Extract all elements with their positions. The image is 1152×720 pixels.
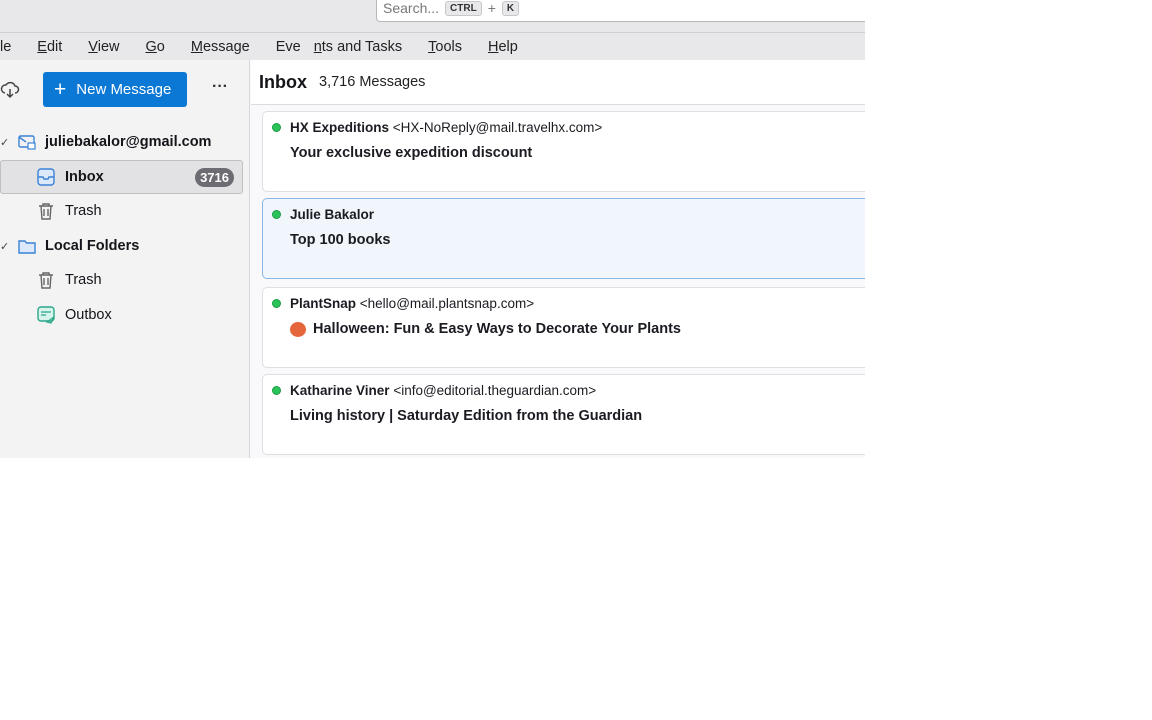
folder-account[interactable]: ✓ juliebakalor@gmail.com bbox=[0, 125, 243, 159]
menu-label: essage bbox=[202, 38, 250, 55]
outbox-icon bbox=[37, 306, 55, 324]
unread-dot-icon[interactable] bbox=[272, 386, 281, 395]
message-card-selected[interactable]: Julie Bakalor Top 100 books bbox=[262, 198, 865, 279]
message-card[interactable]: HX Expeditions <HX-NoReply@mail.travelhx… bbox=[262, 111, 865, 192]
menu-accel: V bbox=[88, 38, 98, 55]
folder-title: Inbox bbox=[259, 71, 307, 92]
search-box[interactable]: Search... CTRL + K bbox=[376, 0, 865, 22]
menu-help[interactable]: Help bbox=[488, 39, 531, 55]
menu-label: dit bbox=[46, 38, 63, 55]
shortcut-key-k: K bbox=[501, 0, 520, 16]
new-message-label: New Message bbox=[76, 81, 172, 98]
get-messages-cloud-icon[interactable] bbox=[0, 80, 20, 105]
shortcut-plus: + bbox=[487, 0, 496, 16]
folder-inbox[interactable]: Inbox 3716 bbox=[0, 160, 243, 194]
folder-trash[interactable]: Trash bbox=[0, 194, 243, 228]
sender-name: Julie Bakalor bbox=[290, 207, 375, 222]
menu-label: iew bbox=[97, 38, 120, 55]
trash-label: Trash bbox=[65, 272, 102, 288]
menu-label: elp bbox=[498, 38, 518, 55]
menu-accel: H bbox=[487, 38, 499, 55]
folder-outbox[interactable]: Outbox bbox=[0, 298, 243, 332]
message-subject: Top 100 books bbox=[290, 232, 391, 248]
message-card[interactable]: PlantSnap <hello@mail.plantsnap.com> Hal… bbox=[262, 287, 865, 368]
inbox-label: Inbox bbox=[65, 169, 104, 185]
sender-address: <HX-NoReply@mail.travelhx.com> bbox=[392, 120, 603, 135]
folder-local-folders[interactable]: ✓ Local Folders bbox=[0, 229, 243, 263]
message-sender: Katharine Viner <info@editorial.theguard… bbox=[290, 383, 596, 398]
message-sender: Julie Bakalor bbox=[290, 207, 374, 222]
pumpkin-emoji-icon bbox=[290, 321, 306, 337]
search-placeholder: Search... bbox=[383, 0, 440, 16]
chevron-down-icon[interactable]: ✓ bbox=[0, 136, 9, 149]
sender-name: PlantSnap bbox=[290, 296, 357, 311]
message-list-header: Inbox 3,716 Messages bbox=[251, 60, 865, 105]
inbox-icon bbox=[37, 168, 55, 186]
chevron-down-icon[interactable]: ✓ bbox=[0, 240, 9, 253]
menu-label: le bbox=[0, 38, 12, 55]
outbox-label: Outbox bbox=[65, 307, 112, 323]
thunderbird-window: Search... CTRL + K le Edit View Go Messa… bbox=[0, 0, 865, 458]
folder-local-trash[interactable]: Trash bbox=[0, 263, 243, 297]
menu-message[interactable]: Message bbox=[191, 39, 263, 55]
menu-accel: E bbox=[37, 38, 47, 55]
menu-view[interactable]: View bbox=[88, 39, 132, 55]
account-label: juliebakalor@gmail.com bbox=[45, 134, 212, 150]
menu-edit[interactable]: Edit bbox=[37, 39, 75, 55]
menu-accel: n bbox=[313, 38, 322, 55]
menu-go[interactable]: Go bbox=[145, 39, 177, 55]
unread-dot-icon[interactable] bbox=[272, 123, 281, 132]
menu-bar: le Edit View Go Message Eve nts and Tasks… bbox=[0, 33, 865, 60]
plus-icon: + bbox=[54, 77, 67, 101]
menu-label: ools bbox=[435, 38, 462, 55]
sender-name: Katharine Viner bbox=[290, 383, 390, 398]
message-subject: Your exclusive expedition discount bbox=[290, 145, 533, 161]
new-message-button[interactable]: + New Message bbox=[43, 72, 187, 107]
menu-tools[interactable]: Tools bbox=[428, 39, 475, 55]
message-sender: HX Expeditions <HX-NoReply@mail.travelhx… bbox=[290, 120, 602, 135]
subject-text: Halloween: Fun & Easy Ways to Decorate Y… bbox=[313, 321, 681, 337]
sender-name: HX Expeditions bbox=[290, 120, 390, 135]
menu-label: ts and Tasks bbox=[321, 38, 403, 55]
menu-events-and-tasks[interactable]: Eve nts and Tasks bbox=[276, 39, 415, 55]
menu-label: o bbox=[156, 38, 165, 55]
message-subject: Living history | Saturday Edition from t… bbox=[290, 408, 643, 424]
message-count: 3,716 Messages bbox=[319, 74, 426, 90]
folder-icon bbox=[18, 240, 36, 254]
unread-dot-icon[interactable] bbox=[272, 299, 281, 308]
title-bar: Search... CTRL + K bbox=[0, 0, 865, 33]
sender-address: <info@editorial.theguardian.com> bbox=[393, 383, 597, 398]
account-mail-icon bbox=[18, 135, 36, 150]
menu-label: Eve bbox=[275, 38, 301, 55]
menu-accel: G bbox=[145, 38, 157, 55]
message-subject: Halloween: Fun & Easy Ways to Decorate Y… bbox=[290, 321, 681, 337]
menu-accel: M bbox=[190, 38, 203, 55]
trash-icon bbox=[39, 203, 53, 220]
message-sender: PlantSnap <hello@mail.plantsnap.com> bbox=[290, 296, 534, 311]
trash-label: Trash bbox=[65, 203, 102, 219]
more-options-button[interactable]: ··· bbox=[212, 78, 228, 96]
sender-address: <hello@mail.plantsnap.com> bbox=[359, 296, 535, 311]
local-folders-label: Local Folders bbox=[45, 238, 140, 254]
trash-icon bbox=[39, 272, 53, 289]
shortcut-key-ctrl: CTRL bbox=[445, 0, 482, 16]
message-card[interactable]: Katharine Viner <info@editorial.theguard… bbox=[262, 374, 865, 455]
unread-dot-icon[interactable] bbox=[272, 210, 281, 219]
menu-file[interactable]: le bbox=[0, 39, 24, 55]
unread-count-badge: 3716 bbox=[195, 167, 234, 187]
